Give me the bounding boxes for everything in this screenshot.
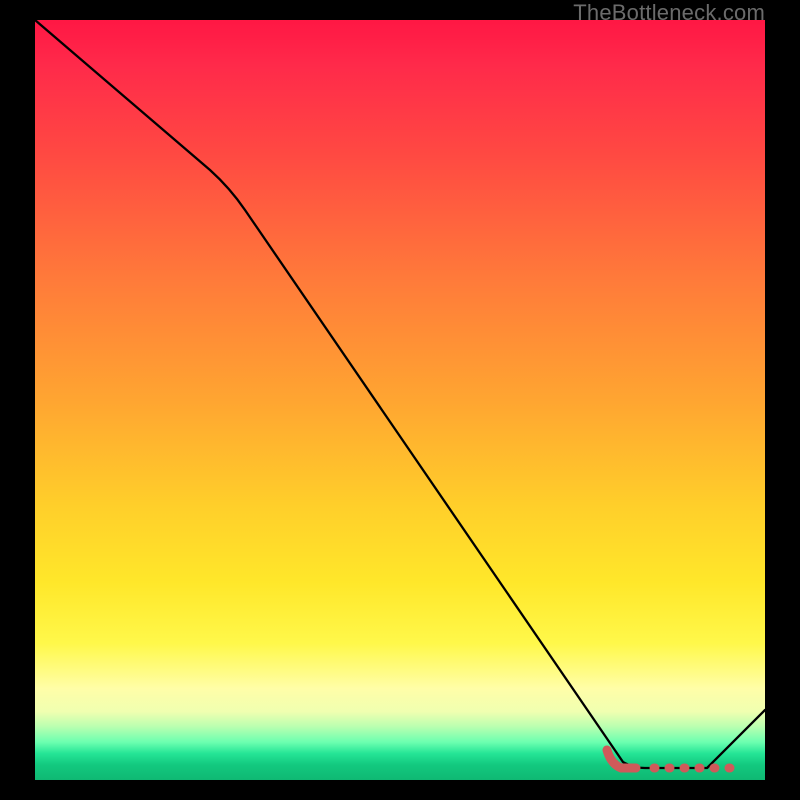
- bottleneck-curve: [35, 20, 765, 768]
- chart-overlay: [35, 20, 765, 780]
- chart-frame: TheBottleneck.com: [0, 0, 800, 800]
